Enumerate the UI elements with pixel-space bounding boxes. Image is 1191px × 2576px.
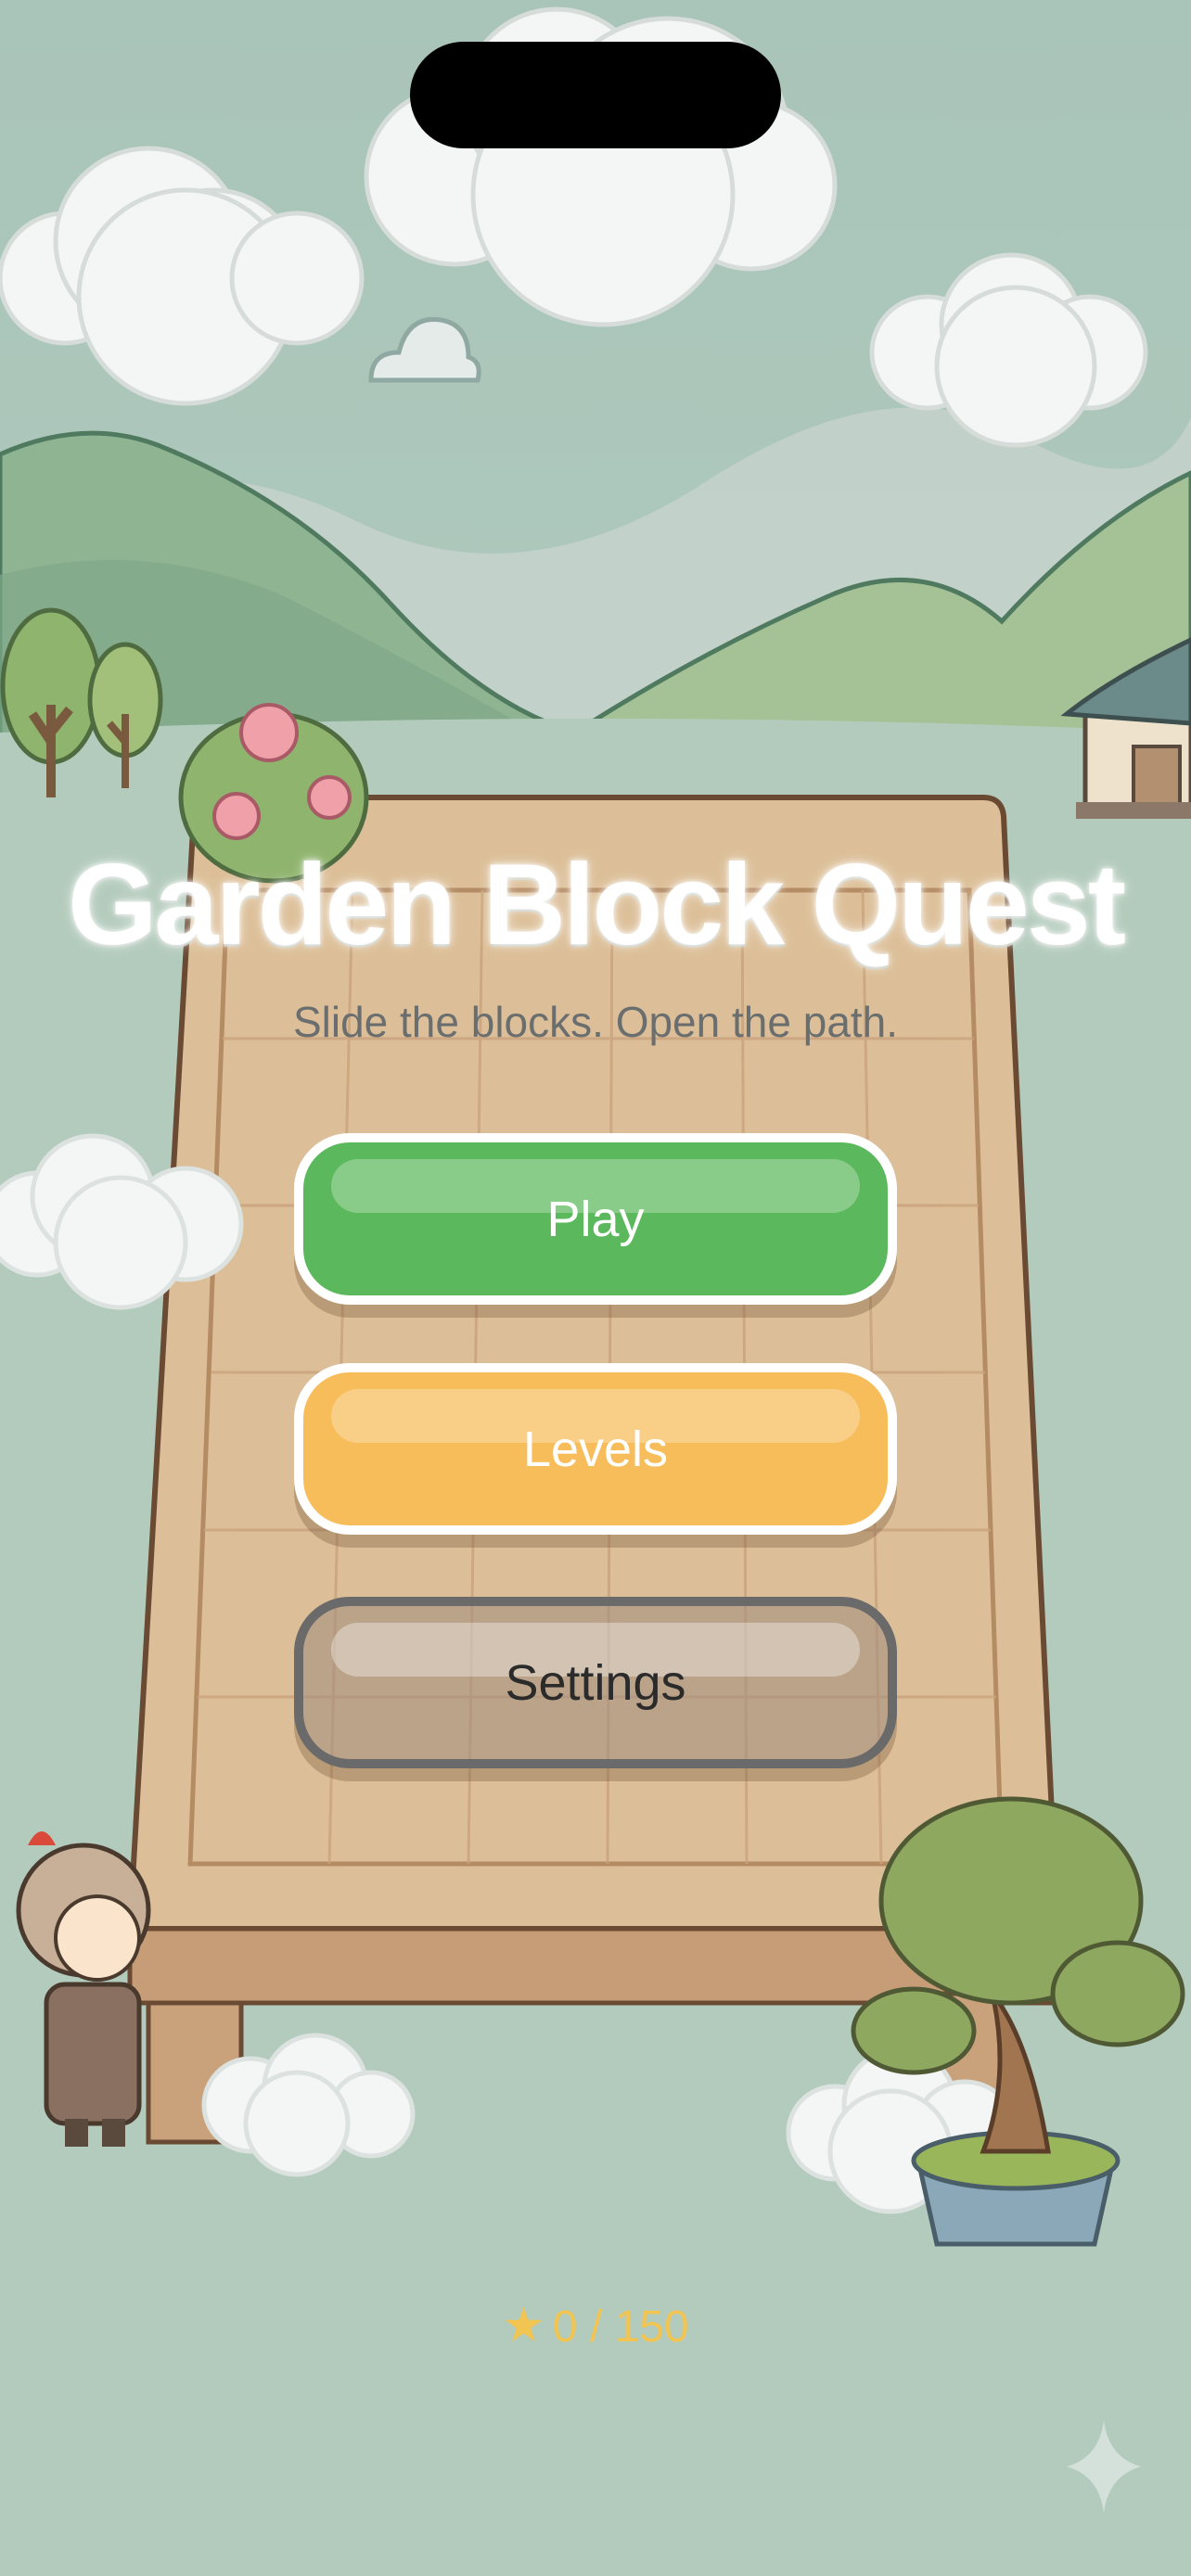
settings-button[interactable]: Settings <box>294 1597 897 1768</box>
star-count: 0 / 150 <box>552 2302 689 2352</box>
play-button[interactable]: Play <box>294 1133 897 1305</box>
levels-button[interactable]: Levels <box>294 1363 897 1535</box>
small-cloud <box>368 316 481 383</box>
game-tagline: Slide the blocks. Open the path. <box>292 998 899 1046</box>
device-notch <box>410 42 781 148</box>
game-title: Garden Block Quest <box>67 841 1126 969</box>
cloud <box>0 146 365 406</box>
star-icon: ★ <box>502 2299 545 2353</box>
play-button-label: Play <box>546 1191 645 1247</box>
star-progress: ★ 0 / 150 <box>0 2298 1191 2353</box>
levels-button-label: Levels <box>522 1421 669 1477</box>
settings-button-label: Settings <box>505 1654 686 1711</box>
